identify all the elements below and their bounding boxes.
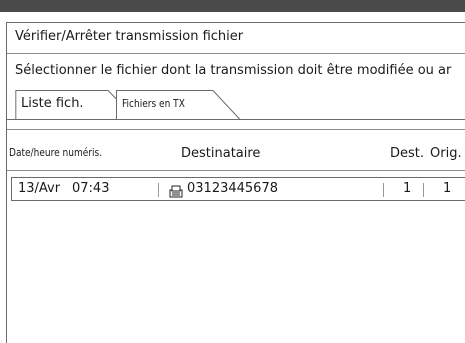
panel-title: Vérifier/Arrêter transmission fichier bbox=[15, 29, 244, 44]
cell-divider bbox=[383, 183, 384, 197]
cell-divider bbox=[423, 183, 424, 197]
divider bbox=[7, 170, 465, 171]
divider bbox=[7, 129, 465, 130]
col-header-dest[interactable]: Dest. bbox=[390, 146, 424, 161]
table-row[interactable]: 13/Avr 07:43 03123445678 1 1 bbox=[11, 177, 465, 201]
col-header-orig[interactable]: Orig. bbox=[430, 146, 462, 161]
col-header-recipient[interactable]: Destinataire bbox=[181, 146, 260, 161]
tab-files-in-tx[interactable]: Fichiers en TX bbox=[116, 90, 226, 119]
tab-baseline bbox=[7, 119, 465, 120]
row-time: 07:43 bbox=[72, 181, 110, 196]
row-dest: 1 bbox=[403, 181, 412, 196]
row-recipient: 03123445678 bbox=[187, 181, 278, 196]
row-orig: 1 bbox=[443, 181, 452, 196]
file-transmission-panel: Vérifier/Arrêter transmission fichier Sé… bbox=[6, 22, 465, 343]
tab-list-files[interactable]: Liste fich. bbox=[13, 90, 133, 119]
fax-icon bbox=[169, 183, 183, 202]
instruction-text: Sélectionner le fichier dont la transmis… bbox=[15, 63, 452, 78]
row-date: 13/Avr bbox=[18, 181, 61, 196]
tab-files-in-tx-label: Fichiers en TX bbox=[122, 97, 185, 110]
tab-bar: Liste fich. Fichiers en TX bbox=[7, 90, 465, 120]
tab-list-files-label: Liste fich. bbox=[21, 96, 84, 111]
col-header-datetime[interactable]: Date/heure numéris. bbox=[9, 146, 102, 159]
cell-divider bbox=[158, 183, 159, 197]
window-top-edge bbox=[0, 0, 465, 12]
divider bbox=[7, 53, 465, 54]
